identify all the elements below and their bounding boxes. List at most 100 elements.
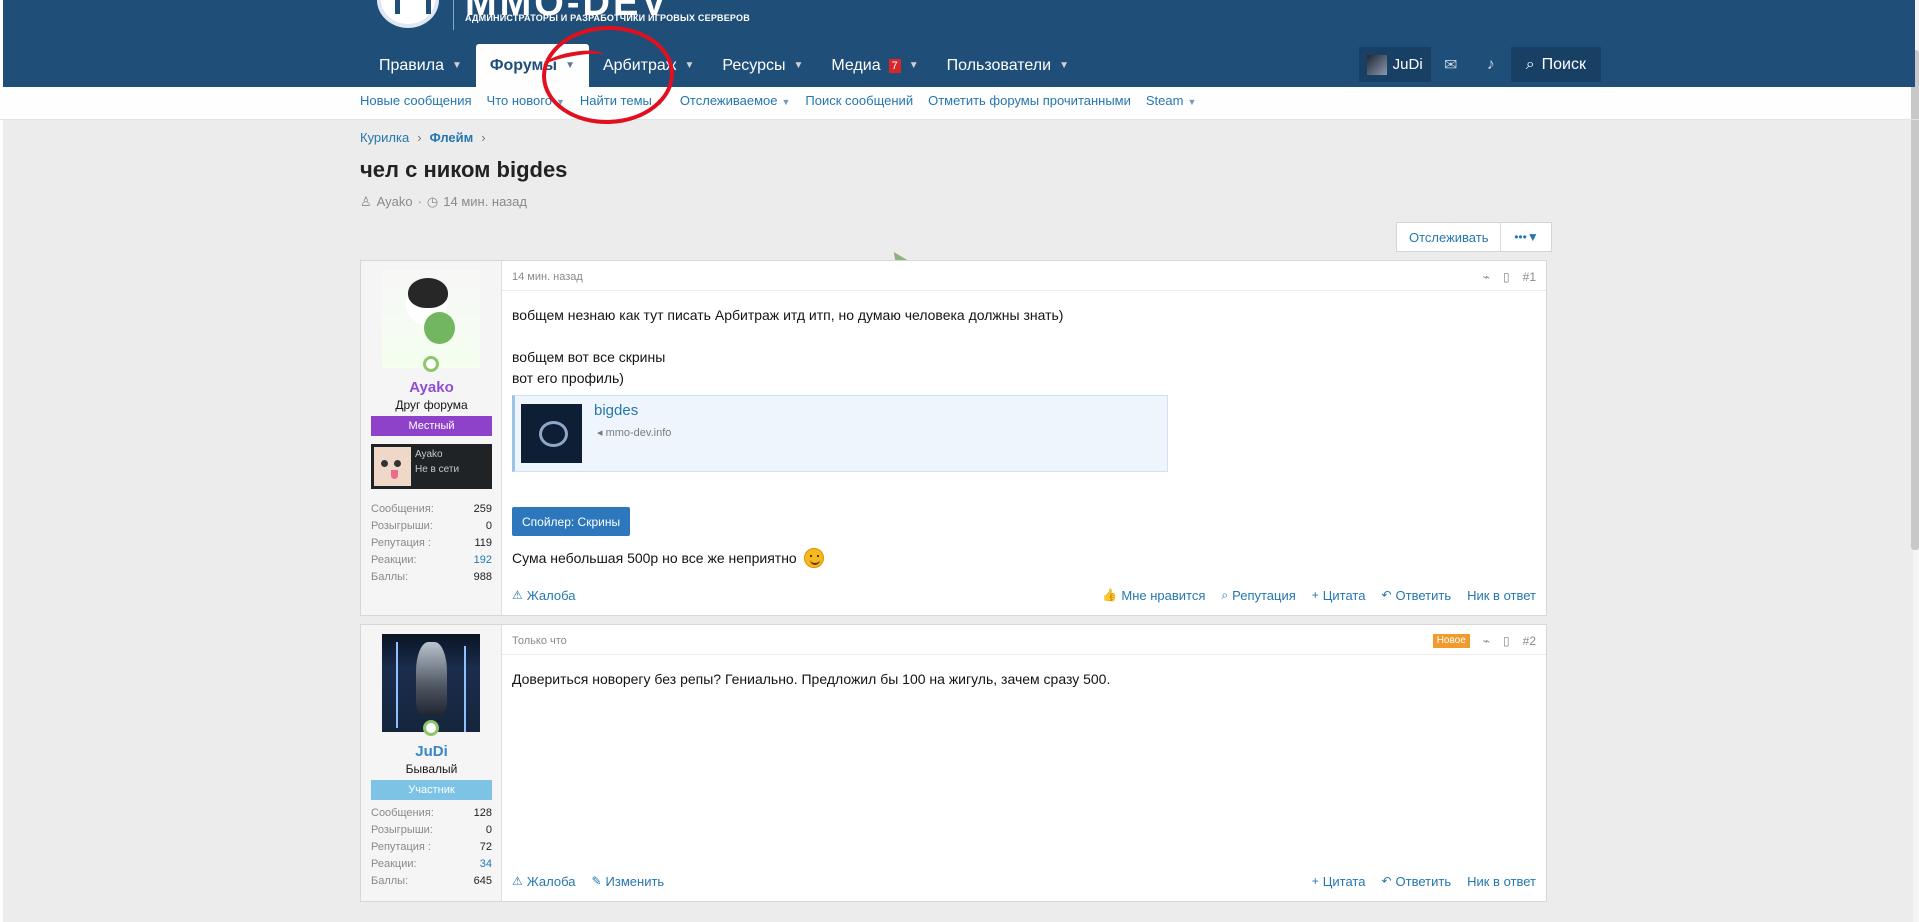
- stat-row: Сообщения: 128: [371, 807, 492, 824]
- subnav-divider: [0, 119, 1919, 120]
- alerts-bell-icon[interactable]: ♪: [1471, 47, 1511, 82]
- current-user-menu[interactable]: JuDi: [1358, 47, 1431, 82]
- warning-icon: ⚠: [512, 588, 523, 602]
- post-message: Довериться новорегу без репы? Гениально.…: [512, 669, 1526, 690]
- vertical-scrollbar[interactable]: [1911, 50, 1919, 550]
- post-time[interactable]: Только что: [512, 635, 567, 647]
- post-number[interactable]: #1: [1523, 270, 1536, 284]
- stat-row: Репутация : 119: [371, 537, 492, 554]
- logo-subtitle: АДМИНИСТРАТОРЫ И РАЗРАБОТЧИКИ ИГРОВЫХ СЕ…: [465, 13, 750, 23]
- thread-time[interactable]: 14 мин. назад: [443, 194, 527, 210]
- forum-post-1: Ayako Друг форума Местный Ayako Не в сет…: [360, 260, 1547, 616]
- site-header: MMO-DEV АДМИНИСТРАТОРЫ И РАЗРАБОТЧИКИ ИГ…: [3, 0, 1915, 87]
- chevron-down-icon[interactable]: ▼: [781, 97, 790, 107]
- mention-button[interactable]: Ник в ответ: [1467, 872, 1536, 890]
- reply-button[interactable]: ↶ Ответить: [1381, 872, 1451, 890]
- stat-value: 0: [485, 824, 492, 836]
- author-statistics: Сообщения: 128 Розыгрыши: 0 Репутация :72 …: [371, 807, 492, 892]
- post-header: 14 мин. назад ⌁ ▯ #1: [502, 261, 1546, 291]
- steam-profile-card[interactable]: Ayako Не в сети: [371, 444, 492, 489]
- stat-value: 72: [479, 841, 492, 853]
- reply-button[interactable]: ↶ Ответить: [1381, 586, 1451, 604]
- ayako-avatar[interactable]: [382, 270, 480, 368]
- online-status-icon: [423, 720, 439, 736]
- edit-label: Изменить: [605, 873, 665, 889]
- reputation-button[interactable]: ⌕ Репутация: [1221, 586, 1295, 604]
- quote-button[interactable]: + Цитата: [1312, 872, 1366, 890]
- more-dots-icon: •••: [1514, 230, 1527, 244]
- online-status-icon: [423, 356, 439, 372]
- post-time[interactable]: 14 мин. назад: [512, 271, 583, 283]
- magnifier-icon: ⌕: [1221, 587, 1229, 602]
- post-body: 14 мин. назад ⌁ ▯ #1 вобщем незнаю как т…: [502, 261, 1546, 615]
- chevron-down-icon[interactable]: ▼: [452, 60, 462, 71]
- breadcrumb-kurilka[interactable]: Курилка: [360, 130, 409, 145]
- forum-page: MMO-DEV АДМИНИСТРАТОРЫ И РАЗРАБОТЧИКИ ИГ…: [0, 0, 1919, 922]
- bookmark-icon[interactable]: ▯: [1503, 634, 1510, 648]
- follow-thread-button[interactable]: Отслеживать: [1397, 223, 1502, 251]
- breadcrumb-flame[interactable]: Флейм: [430, 130, 474, 145]
- reply-arrow-icon: ↶: [1381, 588, 1392, 602]
- mmo-dev-logo-icon[interactable]: [377, 0, 439, 28]
- post-number[interactable]: #2: [1523, 634, 1536, 648]
- chevron-down-icon[interactable]: ▼: [909, 60, 919, 71]
- post-actions-left: ⚠ Жалоба: [512, 586, 575, 604]
- search-button[interactable]: ⌕ Поиск: [1510, 47, 1601, 82]
- share-icon[interactable]: ⌁: [1483, 634, 1490, 648]
- stat-value: 0: [485, 520, 492, 532]
- chevron-down-icon[interactable]: ▼: [1187, 97, 1196, 107]
- thread-meta: ♙ Ayako · ◷ 14 мин. назад: [360, 194, 527, 210]
- report-button[interactable]: ⚠ Жалоба: [512, 872, 575, 890]
- media-count-badge: 7: [888, 58, 901, 73]
- post-author-rank: Друг форума: [395, 398, 468, 412]
- embed-title[interactable]: bigdes: [594, 402, 638, 419]
- stat-label: Баллы:: [371, 875, 409, 887]
- nav-media-label: Медиа: [831, 56, 881, 74]
- more-options-button[interactable]: ••• ▼: [1501, 223, 1551, 251]
- report-button[interactable]: ⚠ Жалоба: [512, 586, 575, 604]
- profile-link-embed[interactable]: bigdes ◂ mmo-dev.info: [512, 395, 1168, 472]
- edit-button[interactable]: ✎ Изменить: [591, 872, 664, 890]
- subnav-mark-read[interactable]: Отметить форумы прочитанными: [928, 93, 1131, 109]
- nav-users[interactable]: Пользователи ▼: [933, 44, 1083, 87]
- share-icon[interactable]: ⌁: [1483, 270, 1490, 284]
- post-author-rank: Бывалый: [405, 762, 458, 776]
- plus-icon: +: [1311, 874, 1319, 888]
- nav-resources-label: Ресурсы: [722, 56, 786, 74]
- chevron-down-icon[interactable]: ▼: [684, 60, 694, 71]
- nav-media[interactable]: Медиа 7 ▼: [817, 44, 932, 87]
- logo-divider: [453, 0, 454, 30]
- like-button[interactable]: 👍 Мне нравится: [1102, 586, 1205, 604]
- subnav-steam[interactable]: Steam ▼: [1146, 93, 1197, 109]
- stat-label: Реакции:: [371, 554, 417, 566]
- judi-avatar[interactable]: [382, 634, 480, 732]
- stat-value: 645: [473, 875, 492, 887]
- chevron-down-icon[interactable]: ▼: [1059, 60, 1069, 71]
- subnav-watched-label: Отслеживаемое: [679, 93, 778, 108]
- post-author-name[interactable]: Ayako: [361, 379, 502, 396]
- spoiler-button[interactable]: Спойлер: Скрины: [512, 507, 631, 536]
- chevron-down-icon[interactable]: ▼: [793, 60, 803, 71]
- reputation-label: Репутация: [1232, 587, 1296, 603]
- nav-rules[interactable]: Правила ▼: [365, 44, 476, 87]
- reactions-link[interactable]: 192: [474, 554, 492, 571]
- report-label: Жалоба: [526, 587, 576, 603]
- bookmark-icon[interactable]: ▯: [1503, 270, 1510, 284]
- message-line: вот его профиль): [512, 370, 624, 386]
- quote-button[interactable]: + Цитата: [1312, 586, 1366, 604]
- conversations-envelope-icon[interactable]: ✉: [1431, 47, 1471, 82]
- subnav-watched[interactable]: Отслеживаемое ▼: [680, 93, 791, 109]
- mention-button[interactable]: Ник в ответ: [1467, 586, 1536, 604]
- thread-author[interactable]: Ayako: [377, 194, 413, 210]
- embed-url-text: mmo-dev.info: [605, 427, 672, 439]
- reply-arrow-icon: ↶: [1381, 874, 1392, 888]
- search-icon: ⌕: [1525, 55, 1535, 73]
- post-author-name[interactable]: JuDi: [361, 743, 502, 760]
- stat-row: Баллы: 988: [371, 571, 492, 588]
- account-controls: JuDi ✉ ♪ ⌕ Поиск: [1358, 47, 1601, 82]
- subnav-new-posts[interactable]: Новые сообщения: [360, 93, 472, 109]
- nav-resources[interactable]: Ресурсы ▼: [708, 44, 817, 87]
- subnav-search-posts[interactable]: Поиск сообщений: [805, 93, 913, 109]
- reactions-link[interactable]: 34: [480, 858, 492, 875]
